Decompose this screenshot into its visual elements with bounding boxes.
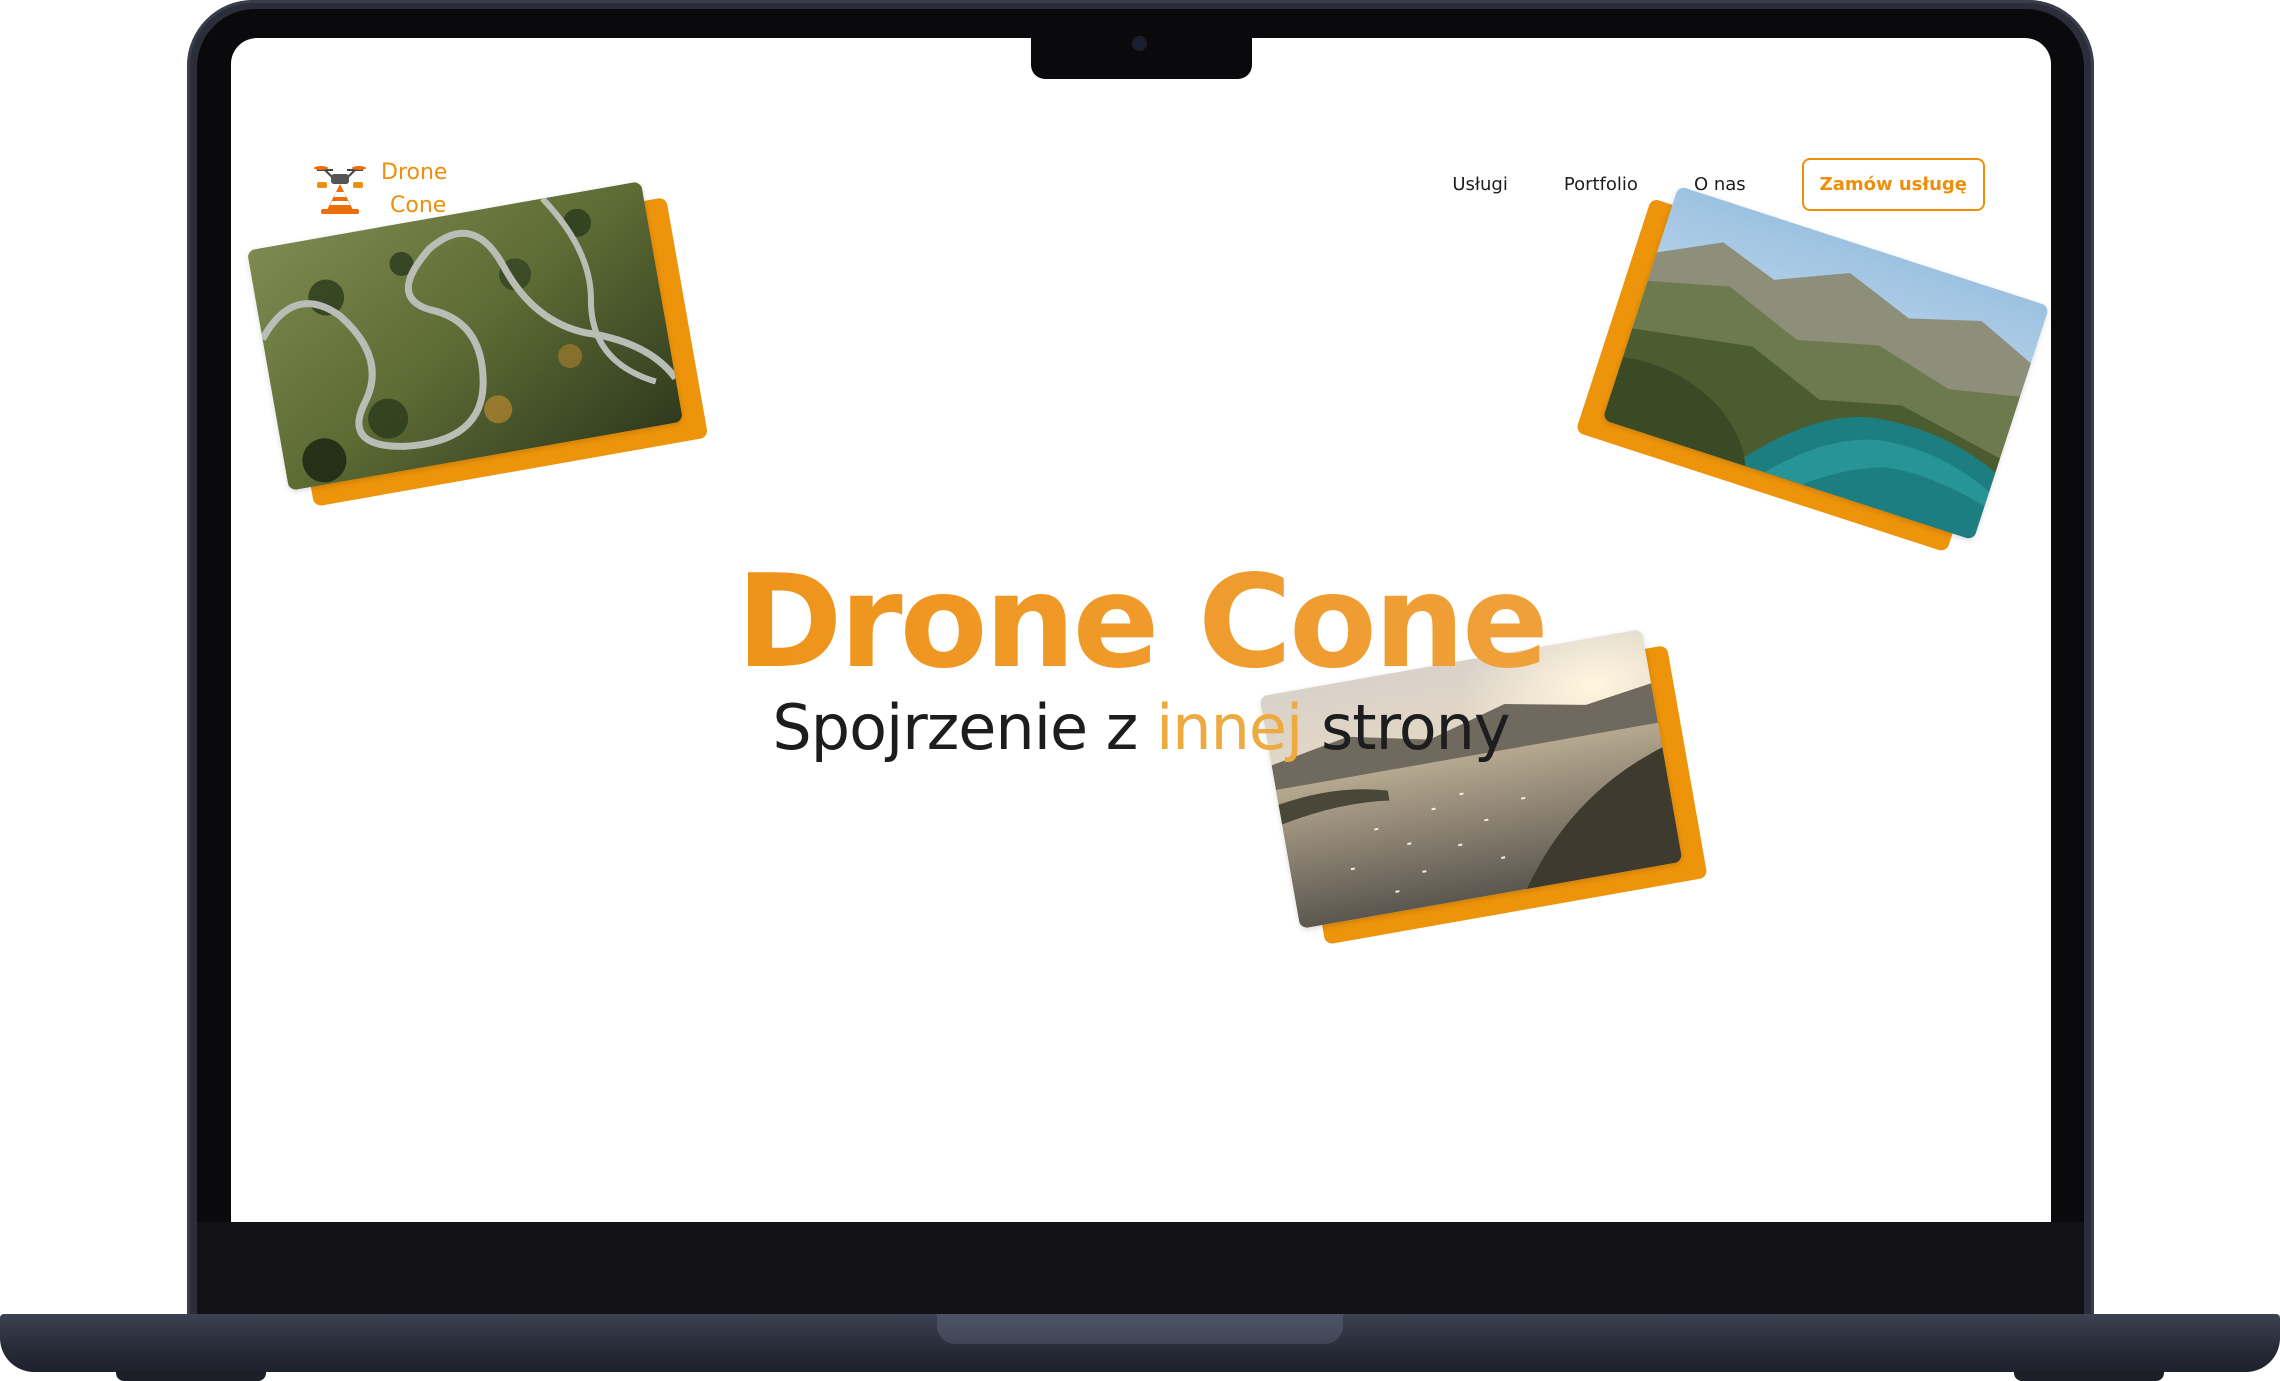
order-service-button[interactable]: Zamów usługę (1801, 158, 1985, 211)
nav-item-o-nas[interactable]: O nas (1694, 174, 1746, 195)
gallery-photo-card-lake (1575, 185, 2050, 553)
laptop-opening-notch (937, 1314, 1343, 1344)
nav-item-uslugi[interactable]: Usługi (1452, 174, 1508, 195)
mockup-stage: Drone Cone Usługi Portfolio O nas Zamów … (0, 0, 2280, 1381)
gallery-photo-card-road (246, 181, 709, 507)
drone-cone-logo-icon (314, 166, 366, 214)
laptop-chin (197, 1222, 2084, 1314)
hero-title: Drone Cone (231, 558, 2051, 688)
hero-subtitle-accent: innej (1156, 691, 1303, 764)
website-viewport: Drone Cone Usługi Portfolio O nas Zamów … (231, 38, 2051, 1222)
laptop-foot-right (2014, 1370, 2164, 1381)
laptop-foot-left (116, 1370, 266, 1381)
brand-name-line1: Drone (381, 160, 448, 185)
hero-subtitle-start: Spojrzenie z (772, 691, 1157, 764)
hero-subtitle: Spojrzenie z innej strony (231, 693, 2051, 763)
webcam-icon (1132, 36, 1147, 51)
aerial-mountain-lake-photo (1602, 185, 2050, 541)
brand-name: Drone Cone (381, 156, 447, 222)
brand-logo[interactable]: Drone Cone (311, 156, 447, 222)
nav-item-portfolio[interactable]: Portfolio (1564, 174, 1638, 195)
hero-subtitle-end: strony (1302, 691, 1511, 764)
